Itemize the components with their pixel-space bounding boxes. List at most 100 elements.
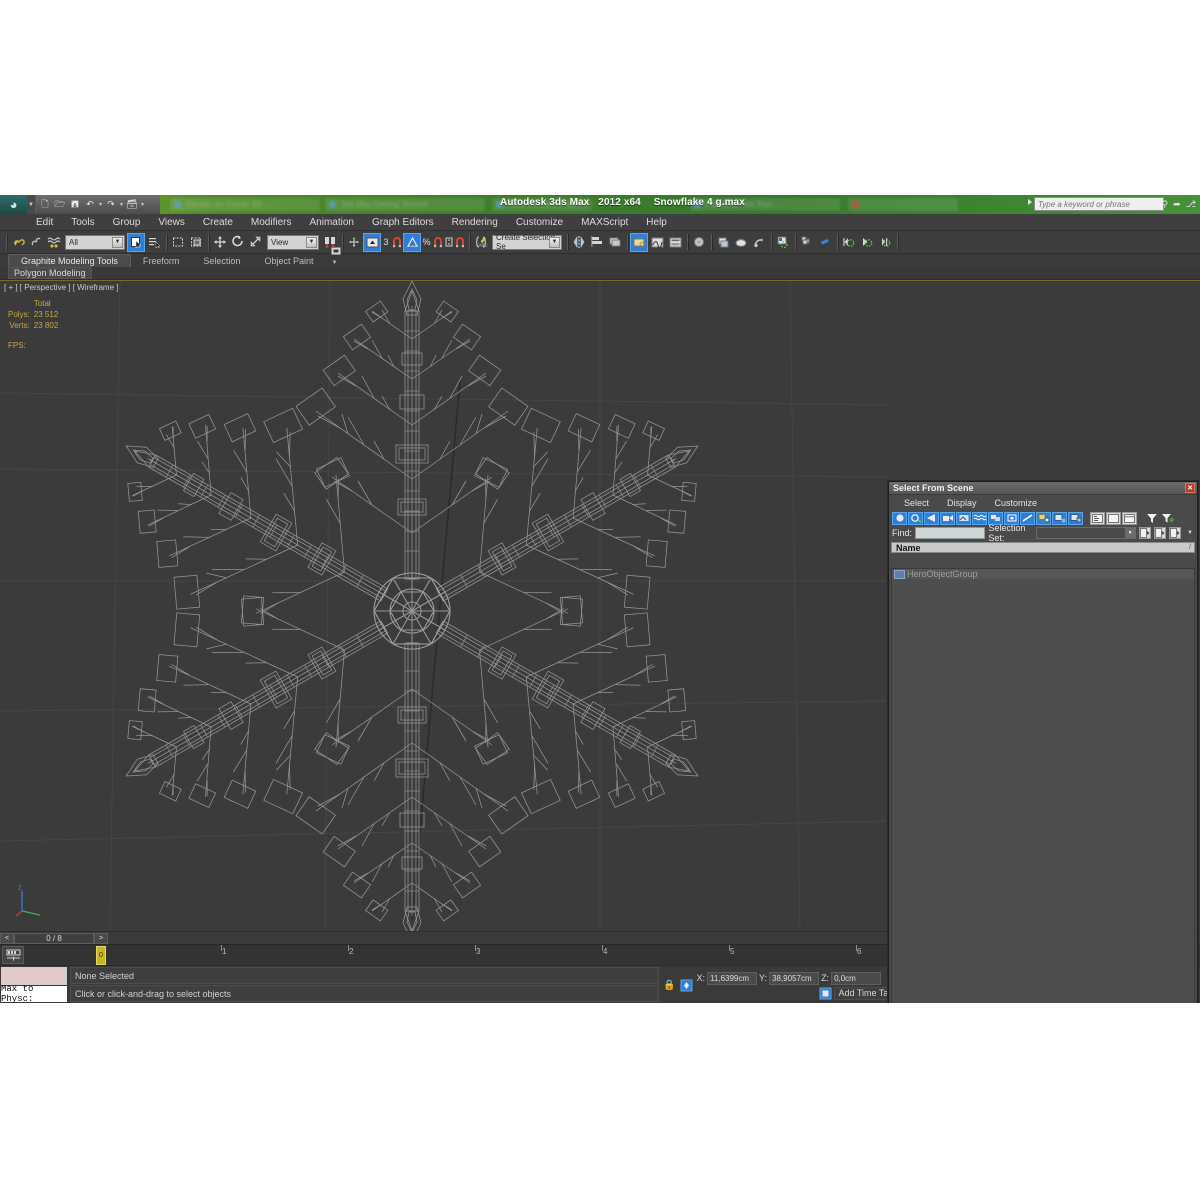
new-icon[interactable]: 🗋 bbox=[38, 197, 52, 212]
expand-all-icon[interactable] bbox=[1090, 512, 1105, 525]
align-icon[interactable] bbox=[588, 233, 606, 252]
render-production-icon[interactable] bbox=[750, 233, 768, 252]
undo-view-icon[interactable] bbox=[840, 233, 858, 252]
menu-create[interactable]: Create bbox=[194, 216, 242, 229]
select-by-name-icon[interactable] bbox=[145, 233, 163, 252]
dialog-title-bar[interactable]: Select From Scene ✕ bbox=[889, 482, 1197, 495]
open-track-view-icon[interactable] bbox=[2, 946, 24, 964]
qat-overflow-caret-icon[interactable]: ▾ bbox=[140, 201, 145, 208]
save-icon[interactable]: 🖪 bbox=[68, 197, 82, 212]
select-rotate-icon[interactable] bbox=[229, 233, 247, 252]
max-to-physc-label[interactable]: Max to Physc: bbox=[1, 986, 67, 1002]
display-frozen-icon[interactable] bbox=[1068, 512, 1083, 525]
scene-object-list[interactable]: HeroObjectGroup bbox=[891, 568, 1195, 1003]
selection-filter-combo[interactable]: All ▼ bbox=[65, 235, 125, 250]
chevron-down-icon[interactable]: ▼ bbox=[1125, 528, 1135, 538]
dialog-overflow-caret-icon[interactable]: ▼ bbox=[1187, 530, 1197, 536]
max-logo-icon[interactable]: ◕ bbox=[0, 195, 27, 214]
render-iterative-icon[interactable] bbox=[774, 233, 792, 252]
quick-render-icon[interactable] bbox=[816, 233, 834, 252]
time-tag-toggle-icon[interactable] bbox=[819, 987, 832, 1000]
named-selection-set-combo[interactable]: Create Selection Se ▼ bbox=[492, 235, 562, 250]
coord-y-input[interactable]: 38,9057cm bbox=[769, 972, 819, 985]
menu-modifiers[interactable]: Modifiers bbox=[242, 216, 301, 229]
dialog-menu-display[interactable]: Display bbox=[938, 498, 986, 508]
menu-help[interactable]: Help bbox=[637, 216, 676, 229]
select-move-icon[interactable] bbox=[211, 233, 229, 252]
window-crossing-icon[interactable] bbox=[187, 233, 205, 252]
chevron-down-icon[interactable]: ▼ bbox=[112, 237, 123, 248]
search-box[interactable] bbox=[1034, 197, 1164, 211]
select-link-icon[interactable] bbox=[9, 233, 27, 252]
app-menu-caret-icon[interactable]: ▼ bbox=[27, 202, 35, 208]
tab-object-paint[interactable]: Object Paint bbox=[252, 255, 325, 267]
search-input[interactable] bbox=[1035, 198, 1163, 210]
help-icon[interactable]: ➦ bbox=[1173, 198, 1181, 210]
column-header-name[interactable]: Name / bbox=[891, 542, 1195, 553]
rectangular-select-icon[interactable] bbox=[169, 233, 187, 252]
signin-icon[interactable]: ⎇ bbox=[1186, 198, 1196, 210]
menu-graph-editors[interactable]: Graph Editors bbox=[363, 216, 443, 229]
undo-icon[interactable]: ↶ bbox=[83, 197, 97, 212]
coord-x-input[interactable]: 11,6399cm bbox=[707, 972, 757, 985]
angle-snap-magnet-icon[interactable] bbox=[391, 233, 403, 252]
setkey-icon[interactable]: 🗃 bbox=[125, 197, 139, 212]
angle-snap-icon[interactable] bbox=[403, 233, 421, 252]
next-frame-button[interactable]: > bbox=[94, 933, 108, 944]
pick-all-icon[interactable] bbox=[1154, 527, 1166, 539]
viewport-label[interactable]: [ + ] [ Perspective ] [ Wireframe ] bbox=[4, 283, 118, 292]
time-slider[interactable]: 0 bbox=[96, 946, 106, 965]
display-geometry-icon[interactable] bbox=[892, 512, 907, 525]
layer-manager-icon[interactable] bbox=[606, 233, 624, 252]
list-item[interactable]: HeroObjectGroup bbox=[892, 569, 1194, 579]
find-input[interactable] bbox=[915, 527, 985, 539]
tab-selection[interactable]: Selection bbox=[191, 255, 252, 267]
filter-icon[interactable] bbox=[1144, 512, 1159, 525]
display-lights-icon[interactable] bbox=[924, 512, 939, 525]
tab-graphite-modeling-tools[interactable]: Graphite Modeling Tools bbox=[8, 254, 131, 267]
open-icon[interactable]: 🗁 bbox=[53, 197, 67, 212]
pick-icon[interactable] bbox=[1139, 527, 1151, 539]
ribbon-polygon-modeling-label[interactable]: Polygon Modeling bbox=[8, 267, 92, 279]
lock-icon[interactable]: 🔒 bbox=[663, 980, 675, 991]
mirror-icon[interactable] bbox=[570, 233, 588, 252]
display-cameras-icon[interactable] bbox=[940, 512, 955, 525]
edit-named-selection-icon[interactable]: ABC bbox=[472, 233, 490, 252]
select-object-icon[interactable] bbox=[127, 233, 145, 252]
menu-maxscript[interactable]: MAXScript bbox=[572, 216, 637, 229]
chevron-down-icon[interactable]: ▼ bbox=[306, 237, 317, 248]
percent-snap-icon[interactable] bbox=[432, 233, 444, 252]
select-manipulate-icon[interactable] bbox=[345, 233, 363, 252]
menu-rendering[interactable]: Rendering bbox=[443, 216, 507, 229]
activeshade-icon[interactable] bbox=[798, 233, 816, 252]
selection-set-combo[interactable]: ▼ bbox=[1036, 527, 1137, 539]
coord-z-input[interactable]: 0,0cm bbox=[831, 972, 881, 985]
redo-view-icon[interactable] bbox=[858, 233, 876, 252]
tab-freeform[interactable]: Freeform bbox=[131, 255, 192, 267]
menu-customize[interactable]: Customize bbox=[507, 216, 572, 229]
sort-indicator-icon[interactable]: / bbox=[1189, 544, 1191, 551]
absolute-relative-icon[interactable] bbox=[680, 979, 693, 992]
advanced-filter-icon[interactable] bbox=[1160, 512, 1175, 525]
display-space-warps-icon[interactable] bbox=[972, 512, 987, 525]
curve-editor-icon[interactable] bbox=[648, 233, 666, 252]
chevron-down-icon[interactable]: ▼ bbox=[549, 237, 560, 248]
redo-caret-icon[interactable]: ▾ bbox=[119, 201, 124, 208]
menu-views[interactable]: Views bbox=[149, 216, 194, 229]
menu-group[interactable]: Group bbox=[104, 216, 150, 229]
graphite-toggle-icon[interactable] bbox=[630, 233, 648, 252]
status-color-swatch[interactable] bbox=[1, 967, 67, 985]
snaps-toggle-icon[interactable] bbox=[363, 233, 381, 252]
collapse-all-icon[interactable] bbox=[1106, 512, 1121, 525]
dialog-menu-customize[interactable]: Customize bbox=[986, 498, 1047, 508]
prev-frame-button[interactable]: < bbox=[0, 933, 14, 944]
display-children-icon[interactable] bbox=[1036, 512, 1051, 525]
dialog-menu-select[interactable]: Select bbox=[895, 498, 938, 508]
render-frame-icon[interactable] bbox=[732, 233, 750, 252]
redo-icon[interactable]: ↷ bbox=[104, 197, 118, 212]
use-center-icon[interactable] bbox=[321, 233, 339, 252]
render-setup-icon[interactable] bbox=[714, 233, 732, 252]
select-from-scene-dialog[interactable]: Select From Scene ✕ Select Display Custo… bbox=[888, 481, 1198, 1003]
menu-edit[interactable]: Edit bbox=[27, 216, 62, 229]
reference-coordinate-combo[interactable]: View ▼ bbox=[267, 235, 319, 250]
